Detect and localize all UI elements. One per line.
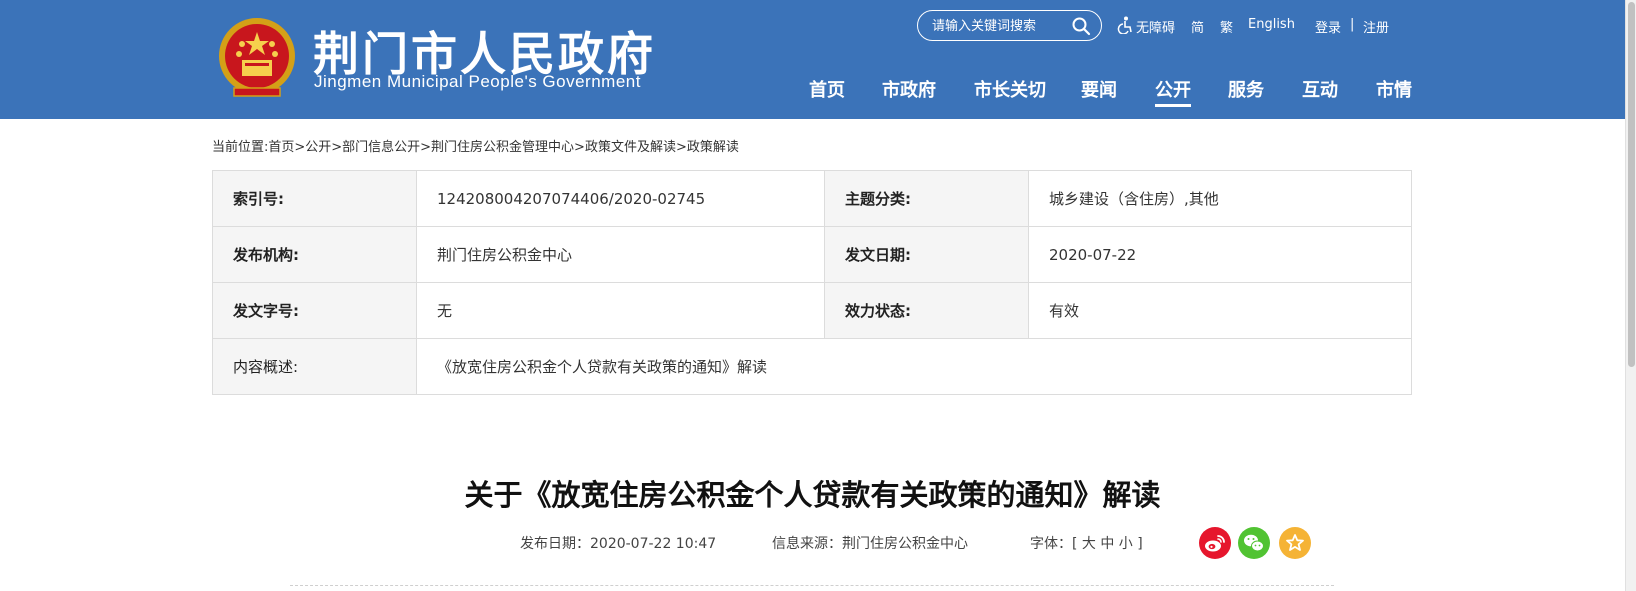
site-header: 荆门市人民政府 Jingmen Municipal People's Gover… — [0, 0, 1625, 119]
summary-value: 《放宽住房公积金个人贷款有关政策的通知》解读 — [437, 358, 768, 376]
article-title: 关于《放宽住房公积金个人贷款有关政策的通知》解读 — [464, 478, 1161, 512]
document-info-table: 索引号: 124208004207074406/2020-02745 主题分类:… — [212, 170, 1412, 395]
nav-item-news[interactable]: 要闻 — [1081, 76, 1117, 102]
index-value: 124208004207074406/2020-02745 — [417, 171, 825, 227]
site-name-en[interactable]: Jingmen Municipal People's Government — [314, 72, 641, 92]
scrollbar-thumb[interactable] — [1628, 2, 1635, 367]
traditional-chinese-link[interactable]: 繁 — [1220, 17, 1233, 36]
date-label: 发文日期: — [825, 227, 1029, 283]
content-divider — [290, 585, 1334, 586]
english-link[interactable]: English — [1248, 17, 1295, 32]
link-separator: | — [1350, 17, 1355, 32]
page-scrollbar[interactable] — [1625, 0, 1636, 591]
favorite-icon[interactable] — [1279, 527, 1311, 559]
simplified-chinese-link[interactable]: 简 — [1191, 17, 1204, 36]
nav-item-city-info[interactable]: 市情 — [1376, 76, 1412, 102]
publisher-label: 发布机构: — [213, 227, 417, 283]
status-value: 有效 — [1029, 283, 1412, 339]
nav-item-mayor[interactable]: 市长关切 — [974, 76, 1046, 102]
index-label: 索引号: — [213, 171, 417, 227]
docno-label: 发文字号: — [213, 283, 417, 339]
status-label: 效力状态: — [825, 283, 1029, 339]
topic-label: 主题分类: — [825, 171, 1029, 227]
docno-value: 无 — [417, 283, 825, 339]
info-source: 信息来源：荆门住房公积金中心 — [772, 536, 968, 552]
nav-item-services[interactable]: 服务 — [1228, 76, 1264, 102]
nav-item-government[interactable]: 市政府 — [882, 76, 936, 102]
weibo-icon[interactable] — [1199, 527, 1231, 559]
date-value: 2020-07-22 — [1029, 227, 1412, 283]
nav-item-home[interactable]: 首页 — [809, 76, 845, 102]
login-link[interactable]: 登录 — [1315, 17, 1341, 36]
publish-date: 发布日期：2020-07-22 10:47 — [520, 536, 717, 552]
wechat-icon[interactable] — [1238, 527, 1270, 559]
nav-active-indicator — [1155, 104, 1191, 107]
accessibility-icon[interactable] — [1117, 16, 1133, 34]
nav-item-interaction[interactable]: 互动 — [1302, 76, 1338, 102]
breadcrumb[interactable]: 当前位置:首页>公开>部门信息公开>荆门住房公积金管理中心>政策文件及解读>政策… — [212, 136, 739, 155]
font-size-selector[interactable]: 字体：[ 大 中 小 ] — [1030, 533, 1143, 553]
topic-value: 城乡建设（含住房）,其他 — [1029, 171, 1412, 227]
accessibility-link[interactable]: 无障碍 — [1136, 17, 1175, 36]
register-link[interactable]: 注册 — [1363, 17, 1389, 36]
search-box — [917, 10, 1102, 41]
publisher-value: 荆门住房公积金中心 — [417, 227, 825, 283]
national-emblem-icon[interactable] — [214, 14, 300, 102]
summary-label: 内容概述: — [213, 339, 417, 394]
search-input[interactable] — [932, 17, 1072, 35]
search-icon[interactable] — [1071, 16, 1091, 36]
nav-item-public[interactable]: 公开 — [1155, 76, 1191, 102]
